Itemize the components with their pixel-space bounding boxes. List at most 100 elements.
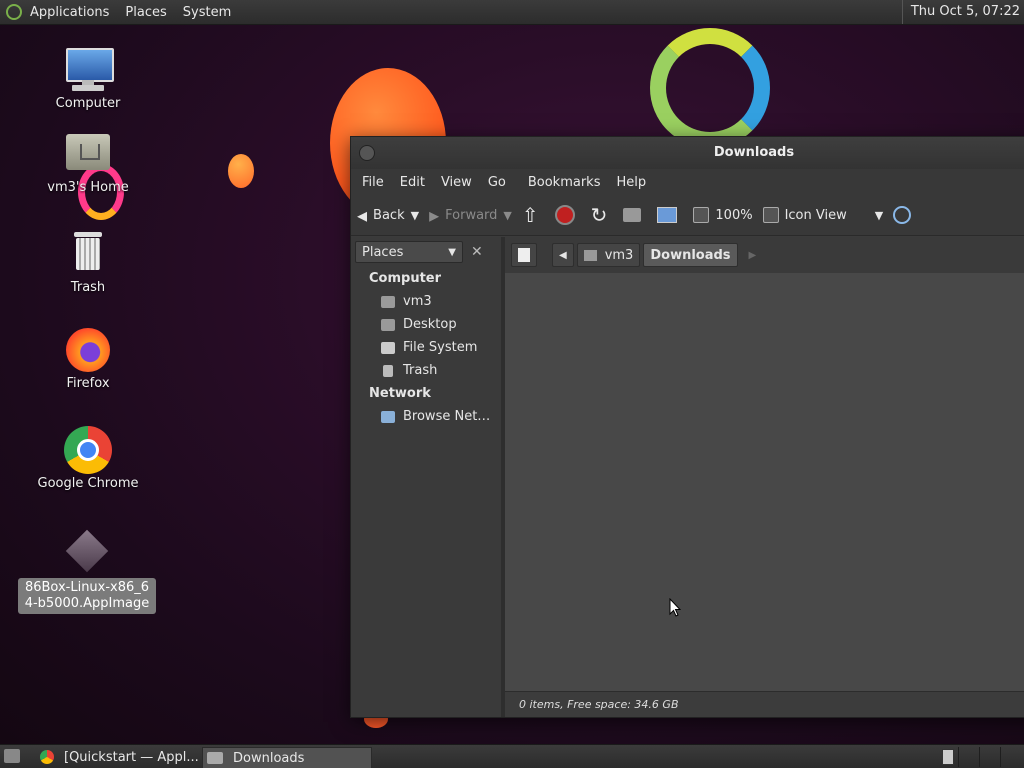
clock[interactable]: Thu Oct 5, 07:22 [901,0,1020,24]
top-panel: Applications Places System Thu Oct 5, 07… [0,0,1024,25]
back-button[interactable]: ◂ Back ▼ [357,205,419,225]
back-arrow-icon: ◂ [357,203,368,227]
desktop-icon-chrome[interactable]: Google Chrome [18,426,158,491]
path-segment-vm3[interactable]: vm3 [576,243,641,267]
close-sidebar-icon[interactable]: ✕ [471,244,483,260]
zoom-level: 100% [715,207,753,223]
up-button[interactable]: ⇧ [522,205,545,225]
applications-logo-icon[interactable] [6,4,22,20]
search-button[interactable] [893,206,912,224]
sidebar-item-desktop[interactable]: Desktop [351,313,501,336]
sidebar-heading-computer: Computer [369,271,442,286]
desktop-icon-label: 86Box-Linux-x86_64-b5000.AppImage [18,578,156,614]
toolbar: ◂ Back ▼ ▸ Forward ▼ ⇧ ↻ 100% Icon View … [351,195,1024,236]
status-bar: 0 items, Free space: 34.6 GB [505,691,1024,717]
chevron-down-icon: ▼ [448,246,456,258]
menu-edit[interactable]: Edit [393,175,432,190]
location-toggle-button[interactable] [511,243,537,267]
back-dropdown-icon[interactable]: ▼ [411,209,419,222]
sidebar: Places ▼ ✕ Computer vm3 Desktop File Sys… [351,237,505,717]
sidebar-item-label: Browse Net… [403,409,491,424]
home-icon [623,208,642,222]
menu-applications[interactable]: Applications [22,5,117,20]
workspace-3[interactable] [980,747,1001,767]
stop-button[interactable] [554,205,581,225]
desktop-icon-label: Computer [55,96,121,111]
path-segment-label: vm3 [604,247,634,263]
reload-icon: ↻ [590,203,608,227]
taskbar-item-label: Downloads [233,750,305,766]
file-manager-window: Downloads File Edit View Go Bookmarks He… [350,136,1024,718]
menubar: File Edit View Go Bookmarks Help [351,169,1024,195]
path-segment-downloads[interactable]: Downloads [643,243,738,267]
zoom-out-icon[interactable] [693,207,710,223]
back-label: Back [373,207,405,223]
sidebar-item-label: Trash [403,363,438,378]
sidebar-item-file-system[interactable]: File System [351,336,501,359]
forward-label: Forward [445,207,498,223]
sidebar-item-browse-network[interactable]: Browse Net… [351,405,501,428]
menu-view[interactable]: View [434,175,479,190]
view-mode-label: Icon View [784,207,847,223]
stop-icon [554,205,575,225]
sidebar-item-vm3[interactable]: vm3 [351,290,501,313]
drive-icon [381,341,395,354]
sidebar-item-trash[interactable]: Trash [351,359,501,382]
network-icon [381,410,395,423]
sidebar-pane-label: Places [362,244,404,260]
desktop-icon-label: vm3's Home [47,180,129,195]
path-scroll-right-icon[interactable]: ▶ [749,250,757,261]
desktop-folder-icon [381,318,395,331]
computer-icon [64,46,114,94]
window-titlebar[interactable]: Downloads [351,137,1024,169]
sidebar-item-label: Desktop [403,317,457,332]
desktop-icon-trash[interactable]: Trash [18,230,158,295]
desktop-icon-home[interactable]: vm3's Home [18,130,158,195]
taskbar-item-downloads[interactable]: Downloads [202,747,372,768]
edit-location-icon [518,248,530,262]
desktop-icon-label: Firefox [66,376,110,391]
sidebar-item-label: vm3 [403,294,432,309]
view-mode-select[interactable]: Icon View ▼ [762,207,884,223]
desktop-icon-computer[interactable]: Computer [18,46,158,111]
workspace-1[interactable] [938,747,959,767]
view-mode-dropdown-icon: ▼ [874,208,884,222]
desktop-icon-label: Google Chrome [37,476,139,491]
desktop-icon-firefox[interactable]: Firefox [18,326,158,391]
menu-places[interactable]: Places [117,5,174,20]
firefox-icon [64,326,112,374]
zoom-control[interactable]: 100% [693,207,753,223]
zoom-in-icon[interactable] [762,207,779,223]
forward-dropdown-icon[interactable]: ▼ [503,209,511,222]
menu-file[interactable]: File [355,175,391,190]
path-scroll-left-button[interactable]: ◀ [552,243,574,267]
file-view[interactable]: ◀ vm3 Downloads ▶ 0 items, Free space: 3… [505,237,1024,717]
menu-system[interactable]: System [175,5,239,20]
reload-button[interactable]: ↻ [591,205,614,225]
window-body: Places ▼ ✕ Computer vm3 Desktop File Sys… [351,237,1024,717]
sidebar-heading-network: Network [369,386,431,401]
background-ring [650,28,770,148]
search-icon [893,206,912,224]
taskbar-item-label: [Quickstart — Appl... [64,749,199,765]
window-title: Downloads [713,145,795,160]
trash-icon [64,230,112,278]
menu-go[interactable]: Go [481,175,513,190]
desktop-icon-86box[interactable]: 86Box-Linux-x86_64-b5000.AppImage [18,528,158,614]
menu-bookmarks[interactable]: Bookmarks [521,175,608,190]
workspace-2[interactable] [959,747,980,767]
trash-icon [383,364,393,377]
workspace-switcher[interactable] [938,747,1022,767]
sidebar-pane-select[interactable]: Places ▼ [355,241,463,263]
home-button[interactable] [623,208,647,222]
home-folder-icon [381,295,395,308]
sidebar-header: Places ▼ ✕ [351,237,501,267]
up-arrow-icon: ⇧ [521,203,539,227]
workspace-4[interactable] [1001,747,1021,767]
forward-button[interactable]: ▸ Forward ▼ [429,205,512,225]
computer-button[interactable] [657,207,683,223]
taskbar-item-quickstart[interactable]: [Quickstart — Appl... [36,747,200,767]
show-desktop-icon[interactable] [4,749,20,763]
menu-help[interactable]: Help [609,175,653,190]
appimage-icon [64,528,112,576]
